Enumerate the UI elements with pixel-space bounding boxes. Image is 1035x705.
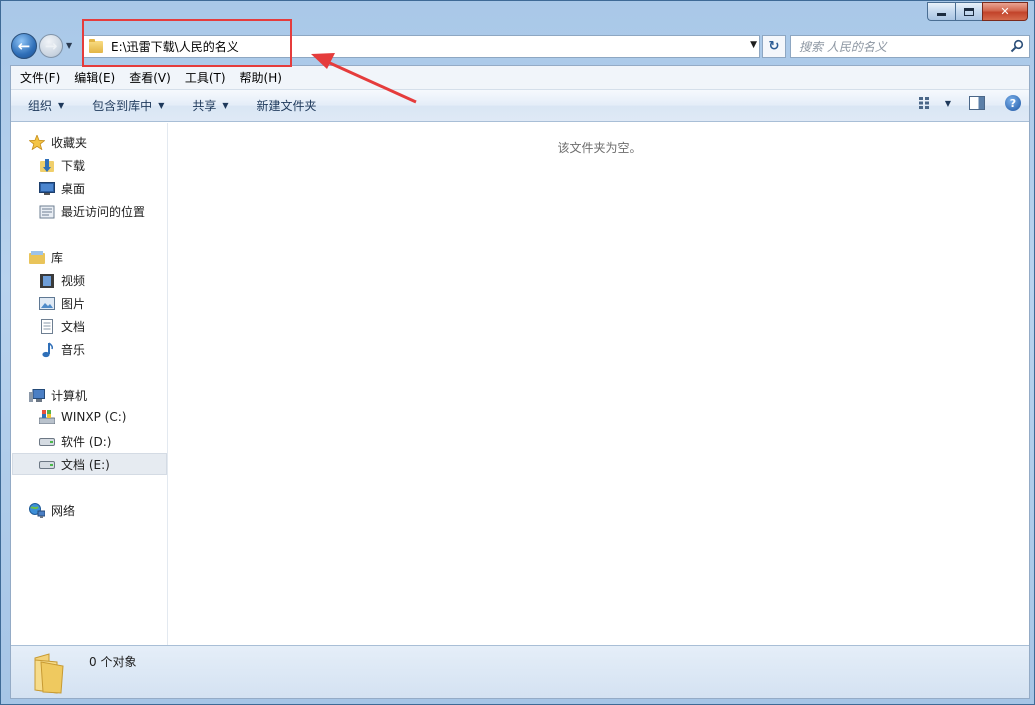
refresh-button[interactable]: ↻ bbox=[762, 35, 786, 58]
change-view-icon[interactable] bbox=[918, 97, 933, 109]
nav-item-music[interactable]: 音乐 bbox=[39, 341, 85, 358]
include-in-library-button[interactable]: 包含到库中 ▼ bbox=[78, 97, 178, 114]
nav-item-desktop[interactable]: 桌面 bbox=[39, 180, 85, 197]
explorer-window: ✕ ← → ▼ E:\迅雷下载\人民的名义 ▼ ↻ 搜索 人民的名义 文件(F)… bbox=[0, 0, 1035, 705]
menu-view[interactable]: 查看(V) bbox=[122, 68, 178, 88]
nav-group-libraries[interactable]: 库 bbox=[29, 249, 63, 266]
close-button[interactable]: ✕ bbox=[982, 2, 1028, 21]
address-path: E:\迅雷下载\人民的名义 bbox=[111, 40, 239, 54]
search-placeholder: 搜索 人民的名义 bbox=[799, 40, 887, 54]
nav-item-recent-places[interactable]: 最近访问的位置 bbox=[39, 203, 145, 220]
system-drive-icon bbox=[39, 410, 55, 424]
video-icon bbox=[39, 273, 55, 288]
search-icon[interactable] bbox=[1010, 39, 1024, 53]
computer-icon bbox=[29, 388, 45, 403]
document-icon bbox=[39, 319, 55, 334]
minimize-icon bbox=[937, 13, 946, 16]
star-icon bbox=[29, 135, 45, 150]
nav-item-drive-e[interactable]: 文档 (E:) bbox=[39, 456, 110, 473]
nav-item-drive-d[interactable]: 软件 (D:) bbox=[39, 433, 111, 450]
chevron-down-icon: ▼ bbox=[222, 101, 229, 110]
preview-pane-icon[interactable] bbox=[969, 96, 985, 110]
search-input[interactable]: 搜索 人民的名义 bbox=[790, 35, 1030, 58]
library-icon bbox=[29, 251, 45, 265]
desktop-icon bbox=[39, 182, 55, 196]
details-pane: 0 个对象 bbox=[11, 645, 1029, 698]
menu-bar: 文件(F) 编辑(E) 查看(V) 工具(T) 帮助(H) bbox=[11, 66, 1029, 90]
download-folder-icon bbox=[39, 158, 55, 173]
forward-button[interactable]: → bbox=[39, 34, 63, 58]
menu-help[interactable]: 帮助(H) bbox=[233, 68, 289, 88]
nav-group-label: 计算机 bbox=[51, 389, 88, 403]
new-folder-button[interactable]: 新建文件夹 bbox=[243, 97, 331, 114]
nav-item-pictures[interactable]: 图片 bbox=[39, 295, 85, 312]
address-dropdown-icon[interactable]: ▼ bbox=[750, 40, 757, 50]
share-label: 共享 bbox=[192, 99, 217, 113]
hard-drive-icon bbox=[39, 458, 55, 472]
explorer-frame: 文件(F) 编辑(E) 查看(V) 工具(T) 帮助(H) 组织 ▼ 包含到库中 ▼… bbox=[10, 65, 1030, 699]
organize-button[interactable]: 组织 ▼ bbox=[11, 97, 78, 114]
refresh-icon: ↻ bbox=[768, 39, 780, 54]
close-icon: ✕ bbox=[1000, 5, 1010, 18]
command-bar: 组织 ▼ 包含到库中 ▼ 共享 ▼ 新建文件夹 ▼ ? bbox=[11, 90, 1029, 122]
share-button[interactable]: 共享 ▼ bbox=[178, 97, 242, 114]
nav-item-videos[interactable]: 视频 bbox=[39, 272, 85, 289]
caption-buttons: ✕ bbox=[927, 2, 1028, 21]
nav-item-label: 文档 bbox=[61, 320, 86, 334]
address-bar[interactable]: E:\迅雷下载\人民的名义 ▼ bbox=[82, 35, 760, 58]
view-options-dropdown-icon[interactable]: ▼ bbox=[945, 99, 951, 108]
picture-icon bbox=[39, 297, 55, 311]
menu-tools[interactable]: 工具(T) bbox=[178, 68, 233, 88]
nav-group-label: 库 bbox=[51, 251, 64, 265]
maximize-button[interactable] bbox=[955, 2, 982, 21]
maximize-icon bbox=[964, 7, 974, 16]
nav-group-label: 网络 bbox=[51, 504, 76, 518]
minimize-button[interactable] bbox=[927, 2, 955, 21]
chevron-down-icon: ▼ bbox=[58, 101, 65, 110]
nav-item-label: 视频 bbox=[61, 274, 86, 288]
nav-item-label: 图片 bbox=[61, 297, 86, 311]
nav-group-favorites[interactable]: 收藏夹 bbox=[29, 134, 87, 151]
folder-icon bbox=[89, 38, 103, 53]
nav-item-documents[interactable]: 文档 bbox=[39, 318, 85, 335]
nav-item-downloads[interactable]: 下载 bbox=[39, 157, 85, 174]
menu-file[interactable]: 文件(F) bbox=[13, 68, 67, 88]
object-count: 0 个对象 bbox=[89, 655, 137, 669]
new-folder-label: 新建文件夹 bbox=[256, 99, 317, 113]
navigation-pane: 收藏夹 下载 桌面 最近访问的位置 库 视频 图片 文档 音乐 计算机 WINX… bbox=[11, 123, 168, 645]
nav-item-label: WINXP (C:) bbox=[61, 410, 127, 424]
command-bar-right: ▼ ? bbox=[918, 95, 1021, 111]
navigation-row: ← → ▼ E:\迅雷下载\人民的名义 ▼ ↻ 搜索 人民的名义 bbox=[10, 31, 1030, 61]
nav-item-label: 下载 bbox=[61, 159, 86, 173]
arrow-left-icon: ← bbox=[17, 37, 31, 55]
file-list-area[interactable]: 该文件夹为空。 bbox=[169, 123, 1029, 645]
nav-item-drive-c[interactable]: WINXP (C:) bbox=[39, 410, 126, 424]
folder-large-icon bbox=[34, 653, 64, 694]
nav-item-label: 音乐 bbox=[61, 343, 86, 357]
chevron-down-icon: ▼ bbox=[158, 101, 165, 110]
nav-group-label: 收藏夹 bbox=[51, 136, 88, 150]
arrow-right-icon: → bbox=[44, 37, 58, 55]
help-icon[interactable]: ? bbox=[1005, 95, 1021, 111]
nav-group-computer[interactable]: 计算机 bbox=[29, 387, 87, 404]
nav-group-network[interactable]: 网络 bbox=[29, 502, 75, 519]
organize-label: 组织 bbox=[28, 99, 53, 113]
back-button[interactable]: ← bbox=[11, 33, 37, 59]
network-icon bbox=[29, 503, 45, 518]
nav-item-label: 桌面 bbox=[61, 182, 86, 196]
empty-folder-message: 该文件夹为空。 bbox=[557, 141, 642, 155]
nav-item-label: 软件 (D:) bbox=[61, 435, 112, 449]
include-in-library-label: 包含到库中 bbox=[92, 99, 153, 113]
recent-pages-dropdown[interactable]: ▼ bbox=[66, 41, 72, 50]
nav-item-label: 文档 (E:) bbox=[61, 458, 110, 472]
music-note-icon bbox=[39, 341, 55, 357]
nav-item-label: 最近访问的位置 bbox=[61, 205, 146, 219]
menu-edit[interactable]: 编辑(E) bbox=[67, 68, 122, 88]
recent-places-icon bbox=[39, 205, 55, 219]
hard-drive-icon bbox=[39, 435, 55, 449]
